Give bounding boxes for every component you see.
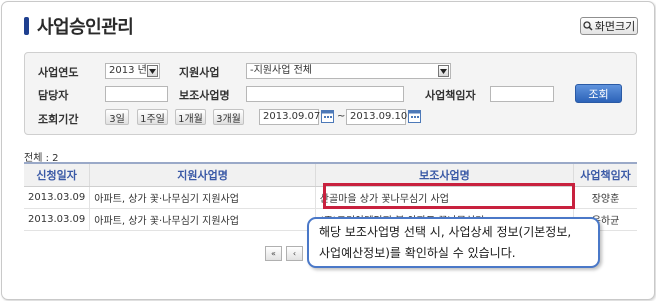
cell-support: 아파트, 상가 꽃·나무심기 지원사업 [89,208,316,231]
support-select-value: -지원사업 전체 [250,65,312,76]
date-to-input[interactable]: 2013.09.10 [346,109,407,125]
magnifier-icon [583,21,593,31]
zoom-button-label: 화면크기 [594,20,636,33]
query-button[interactable]: 조회 [575,84,622,103]
manager-input[interactable] [105,86,168,102]
highlight-box [323,183,575,209]
cell-date: 2013.03.09 [24,186,90,209]
year-select[interactable]: 2013 년 [105,63,160,79]
column-header-owner: 사업책임자 [573,162,637,187]
support-select[interactable]: -지원사업 전체 [246,63,451,79]
title-marker [24,17,29,35]
date-range-separator: ~ [337,111,346,122]
year-select-value: 2013 년 [109,65,147,76]
owner-label: 사업책임자 [425,89,476,102]
period-1month-button[interactable]: 1개월 [175,109,206,125]
calendar-icon[interactable] [321,109,334,123]
cell-owner: 장양훈 [573,186,637,209]
cell-date: 2013.03.09 [24,208,90,231]
manager-label: 담당자 [38,89,69,102]
first-page-button[interactable]: « [265,246,282,261]
sub-project-label: 보조사업명 [179,89,230,102]
pagination: « ‹ [265,246,307,261]
callout-tooltip: 해당 보조사업명 선택 시, 사업상세 정보(기본정보, 사업예산정보)를 확인… [307,217,600,268]
column-header-support: 지원사업명 [89,162,316,187]
period-3months-button[interactable]: 3개월 [213,109,244,125]
sub-project-input[interactable] [246,86,404,102]
period-3days-button[interactable]: 3일 [105,109,129,125]
year-label: 사업연도 [38,66,79,79]
date-from-input[interactable]: 2013.09.07 [259,109,320,125]
search-panel: 사업연도 2013 년 지원사업 -지원사업 전체 담당자 보조사업명 사업책임… [24,52,637,135]
period-1week-button[interactable]: 1주일 [137,109,168,125]
chevron-down-icon [147,65,158,77]
callout-line-1: 해당 보조사업명 선택 시, 사업상세 정보(기본정보, [319,225,572,239]
callout-line-2: 사업예산정보)를 확인하실 수 있습니다. [319,246,516,260]
support-label: 지원사업 [179,66,220,79]
title-bar: 사업승인관리 [24,14,134,38]
owner-input[interactable] [490,86,554,102]
zoom-button[interactable]: 화면크기 [580,17,638,35]
cell-support: 아파트, 상가 꽃·나무심기 지원사업 [89,186,316,209]
calendar-icon[interactable] [408,109,421,123]
main-window: 사업승인관리 화면크기 사업연도 2013 년 지원사업 -지원사업 전체 담당… [1,1,655,300]
column-header-date: 신청일자 [24,162,90,187]
page-title: 사업승인관리 [37,17,134,38]
prev-page-button[interactable]: ‹ [286,246,303,261]
chevron-down-icon [438,65,449,77]
period-label: 조회기간 [38,113,79,126]
